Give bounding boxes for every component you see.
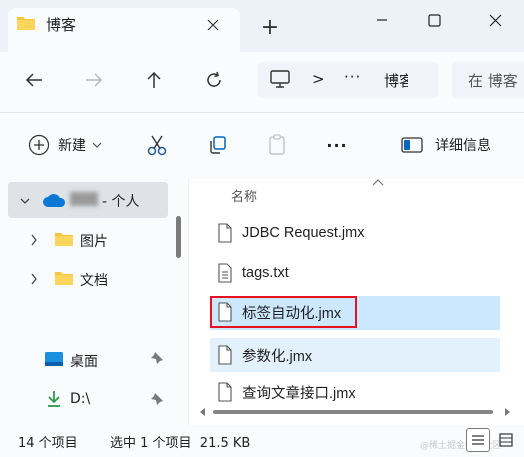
- copy-icon: [210, 136, 226, 154]
- redacted-account-name: [70, 192, 98, 206]
- minimize-button[interactable]: [353, 0, 411, 40]
- chevron-down-icon[interactable]: [20, 196, 30, 206]
- address-ellipsis[interactable]: ···: [344, 68, 361, 86]
- address-crumb-blog[interactable]: 博客: [384, 70, 408, 91]
- sidebar-item-label: 图片: [80, 234, 108, 250]
- text-file-icon: [218, 263, 232, 283]
- file-icon: [218, 382, 232, 402]
- sidebar-scrollbar[interactable]: [176, 216, 181, 258]
- horizontal-scrollbar[interactable]: [197, 405, 517, 419]
- paste-button[interactable]: [260, 128, 294, 162]
- file-name: 标签自动化.jmx: [242, 305, 342, 322]
- sidebar-item-drive-d[interactable]: [14, 384, 170, 416]
- details-button-label: 详细信息: [435, 138, 491, 154]
- pin-icon[interactable]: [150, 351, 164, 365]
- folder-icon: [55, 233, 73, 246]
- details-view-button[interactable]: [466, 428, 490, 452]
- tiles-view-button[interactable]: [494, 428, 518, 452]
- cut-button[interactable]: [140, 128, 174, 162]
- selection-info: 选中 1 个项目 21.5 KB: [110, 436, 251, 451]
- tab-title: 博客: [46, 16, 77, 34]
- item-count: 14 个项目: [18, 436, 78, 451]
- file-row[interactable]: tags.txt: [210, 256, 500, 290]
- sort-ascending-icon[interactable]: [372, 178, 384, 186]
- details-button[interactable]: 详细信息: [396, 128, 496, 162]
- new-button-label: 新建: [58, 138, 86, 154]
- desktop-icon: [45, 352, 63, 366]
- scissors-icon: [147, 135, 167, 156]
- plus-circle-icon: [28, 134, 50, 156]
- details-pane-icon: [401, 137, 423, 153]
- file-icon: [218, 223, 232, 243]
- copy-button[interactable]: [200, 128, 234, 162]
- chevron-right-icon[interactable]: [30, 273, 38, 285]
- file-name: JDBC Request.jmx: [242, 225, 365, 241]
- maximize-button[interactable]: [405, 0, 463, 40]
- back-button[interactable]: [16, 62, 52, 98]
- up-button[interactable]: [136, 62, 172, 98]
- file-row-selected[interactable]: 参数化.jmx: [210, 338, 500, 372]
- clipboard-icon: [269, 134, 285, 155]
- file-name: 查询文章接口.jmx: [242, 385, 356, 402]
- search-placeholder[interactable]: 在 博客: [468, 70, 524, 91]
- close-window-button[interactable]: [466, 0, 524, 40]
- pin-icon[interactable]: [150, 392, 164, 406]
- onedrive-icon: [43, 194, 66, 207]
- refresh-button[interactable]: [196, 62, 232, 98]
- download-icon: [48, 391, 60, 407]
- folder-icon: [55, 272, 73, 285]
- file-row[interactable]: JDBC Request.jmx: [210, 216, 500, 250]
- chevron-right-icon[interactable]: [30, 234, 38, 246]
- computer-icon: [270, 70, 290, 88]
- new-tab-button[interactable]: +: [258, 16, 282, 40]
- list-view-icon: [472, 435, 484, 445]
- address-chevron[interactable]: >: [312, 70, 325, 88]
- sidebar-item-label: 文档: [80, 273, 108, 289]
- sidebar-item-onedrive-label: - 个人: [102, 194, 140, 210]
- new-button[interactable]: 新建: [22, 128, 108, 162]
- file-row[interactable]: 查询文章接口.jmx: [210, 378, 500, 406]
- file-name: 参数化.jmx: [242, 348, 313, 365]
- file-icon: [218, 345, 232, 365]
- sidebar-item-label: 桌面: [70, 354, 98, 370]
- grid-view-icon: [499, 433, 513, 447]
- file-name: tags.txt: [242, 265, 289, 281]
- chevron-down-icon: [92, 142, 102, 148]
- close-icon[interactable]: [200, 12, 226, 38]
- focus-highlight-box: 标签自动化.jmx: [210, 296, 357, 328]
- column-header-name[interactable]: 名称: [231, 186, 257, 205]
- file-icon: [218, 302, 232, 322]
- folder-icon: [17, 17, 35, 30]
- forward-button[interactable]: [76, 62, 112, 98]
- sidebar-item-label: D:\: [70, 391, 91, 407]
- more-button[interactable]: ···: [320, 128, 354, 162]
